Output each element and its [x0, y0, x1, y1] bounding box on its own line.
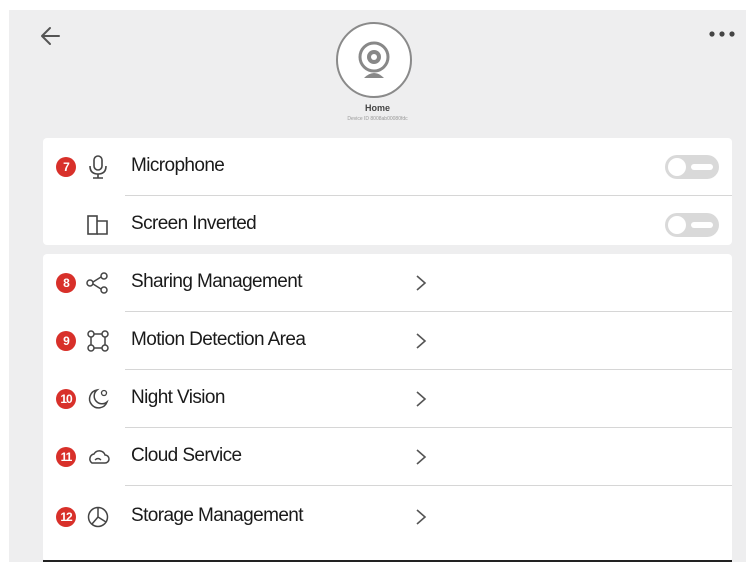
chevron-right-icon: [416, 391, 427, 407]
sharing-management-row[interactable]: 8 Sharing Management: [43, 254, 732, 312]
step-badge: 8: [56, 273, 76, 293]
share-icon: [85, 270, 111, 296]
sharing-management-label: Sharing Management: [131, 271, 302, 292]
microphone-icon: [85, 154, 111, 180]
device-id: Device ID 8008ab00080fdc: [347, 116, 408, 122]
storage-management-label: Storage Management: [131, 505, 304, 526]
camera-icon: [358, 41, 390, 78]
step-badge: 11: [56, 447, 76, 467]
night-vision-label: Night Vision: [131, 387, 225, 408]
cloud-service-label: Cloud Service: [131, 445, 242, 466]
microphone-label: Microphone: [131, 155, 225, 176]
step-badge: 9: [56, 331, 76, 351]
microphone-row: 7 Microphone: [43, 138, 732, 196]
storage-management-row[interactable]: 12 Storage Management: [43, 486, 732, 548]
header: Home Device ID 8008ab00080fdc: [9, 10, 746, 140]
screen-inverted-row: Screen Inverted: [43, 196, 732, 254]
chevron-right-icon: [416, 333, 427, 349]
camera-settings-screen: Home Device ID 8008ab00080fdc 7 Micropho…: [9, 10, 746, 562]
chevron-right-icon: [416, 509, 427, 525]
step-badge: 7: [56, 157, 76, 177]
cloud-service-row[interactable]: 11 Cloud Service: [43, 428, 732, 486]
management-settings-card: 8 Sharing Management 9 Motion Detection …: [43, 254, 732, 562]
toggle-knob: [668, 158, 686, 176]
screen-invert-icon: [85, 212, 111, 238]
motion-area-icon: [85, 328, 111, 354]
more-options-button[interactable]: [706, 26, 738, 42]
screen-inverted-toggle[interactable]: [665, 213, 719, 237]
toggle-bar: [691, 222, 713, 228]
night-vision-icon: [85, 386, 111, 412]
device-avatar: [336, 22, 412, 98]
cloud-icon: [85, 444, 111, 470]
step-badge: 10: [56, 389, 76, 409]
night-vision-row[interactable]: 10 Night Vision: [43, 370, 732, 428]
general-settings-card: 7 Microphone Screen Inverted: [43, 138, 732, 245]
more-dots-icon: [709, 31, 735, 37]
chevron-right-icon: [416, 275, 427, 291]
step-badge: 12: [56, 507, 76, 527]
toggle-knob: [668, 216, 686, 234]
microphone-toggle[interactable]: [665, 155, 719, 179]
screen-inverted-label: Screen Inverted: [131, 213, 257, 234]
back-arrow-icon: [41, 27, 60, 45]
back-button[interactable]: [37, 22, 65, 50]
storage-icon: [85, 504, 111, 530]
motion-detection-area-label: Motion Detection Area: [131, 329, 306, 350]
chevron-right-icon: [416, 449, 427, 465]
toggle-bar: [691, 164, 713, 170]
device-name: Home: [364, 103, 390, 113]
motion-detection-area-row[interactable]: 9 Motion Detection Area: [43, 312, 732, 370]
